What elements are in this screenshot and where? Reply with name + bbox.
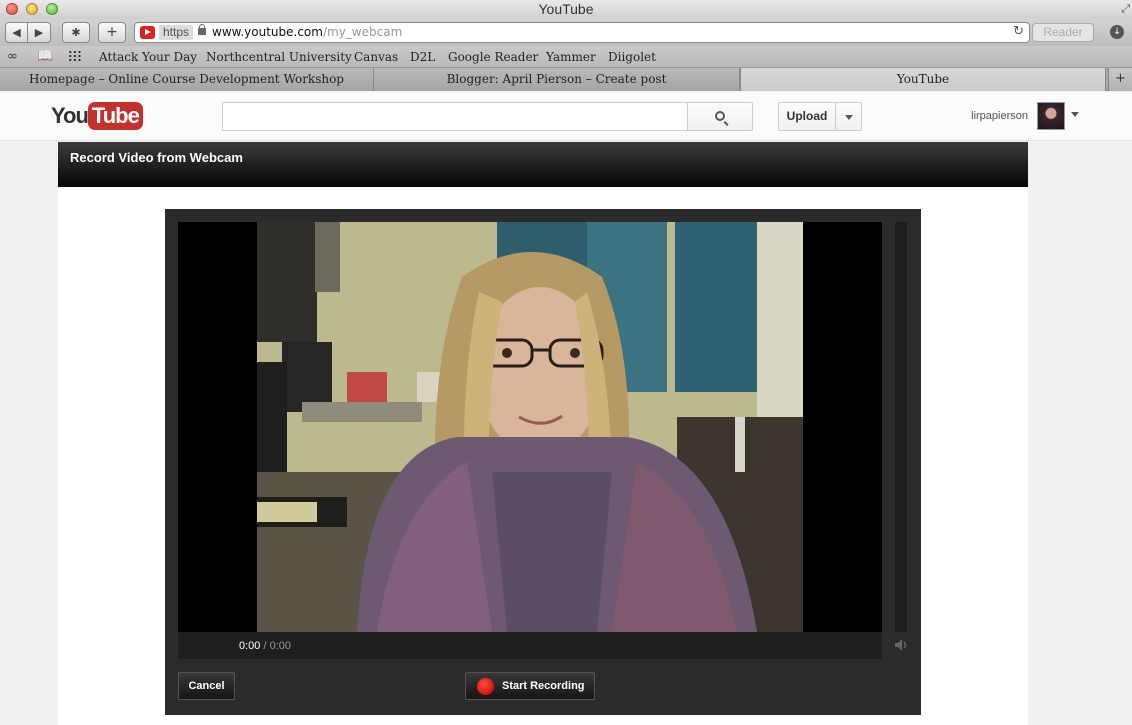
bookmark-item[interactable]: Yammer [546,50,596,64]
webcam-image [257,222,803,632]
https-badge: https [159,25,194,40]
bookmarks-book-icon[interactable]: 📖 [37,49,53,64]
tab-bar: Homepage – Online Course Development Wor… [0,68,1132,91]
bookmark-item[interactable]: Diigolet [608,50,656,64]
close-window-button[interactable] [6,3,18,15]
minimize-window-button[interactable] [26,3,38,15]
extension-button[interactable]: ✱ [62,22,90,43]
zoom-window-button[interactable] [46,3,58,15]
downloads-button[interactable]: ↓ [1105,22,1129,43]
plus-icon: + [106,24,118,40]
time-current: 0:00 [239,640,261,652]
time-total: 0:00 [269,640,292,652]
avatar[interactable] [1037,102,1065,130]
bookmark-item[interactable]: Attack Your Day [99,50,197,64]
plus-icon: + [1115,71,1126,86]
url-text[interactable]: www.youtube.com/my_webcam [212,25,402,40]
chevron-down-icon [845,115,853,120]
tab-online-course-workshop[interactable]: Homepage – Online Course Development Wor… [0,68,374,91]
account-username[interactable]: lirpapierson [940,110,1028,122]
reader-button[interactable]: Reader [1032,23,1094,42]
search-icon [715,111,725,121]
youtube-logo[interactable]: You Tube [51,102,143,132]
bookmark-item[interactable]: D2L [410,50,435,64]
page-title: Record Video from Webcam [70,150,243,165]
url-host: www.youtube.com [212,25,323,39]
record-dot-icon [477,678,494,695]
upload-menu-button[interactable] [835,102,862,131]
back-button[interactable]: ◀ [5,22,28,43]
reading-list-icon[interactable]: ∞ [7,49,18,64]
webcam-scene [257,222,803,632]
tab-blogger-create-post[interactable]: Blogger: April Pierson – Create post [374,68,740,91]
cancel-button[interactable]: Cancel [178,672,235,700]
page-content: Record Video from Webcam 0:00 / 0:00 Can… [0,142,1132,725]
window-titlebar: YouTube ⤢ [0,0,1132,19]
logo-you-text: You [51,103,89,128]
webcam-recorder: 0:00 / 0:00 Cancel Start Recording [165,209,921,715]
forward-arrow-icon: ▶ [34,26,44,39]
forward-button[interactable]: ▶ [28,22,51,43]
youtube-masthead: You Tube Upload lirpapierson [0,92,1132,141]
upload-button[interactable]: Upload [778,102,836,131]
add-bookmark-button[interactable]: + [98,22,126,43]
download-arrow-icon: ↓ [1110,25,1124,39]
new-tab-button[interactable]: + [1108,68,1132,91]
bookmark-item[interactable]: Canvas [354,50,398,64]
account-menu-chevron-icon[interactable] [1071,112,1079,117]
fullscreen-icon[interactable]: ⤢ [1121,2,1130,16]
browser-toolbar: ◀ ▶ ✱ + https www.youtube.com/my_webcam … [0,19,1132,46]
puzzle-icon: ✱ [71,26,81,39]
audio-level-meter [895,222,907,632]
address-bar[interactable]: https www.youtube.com/my_webcam ↻ [134,22,1030,43]
search-button[interactable] [687,102,753,131]
start-recording-button[interactable]: Start Recording [465,672,595,700]
start-recording-label: Start Recording [502,680,585,692]
youtube-favicon-icon [140,26,155,39]
top-sites-grid-icon[interactable] [68,50,82,62]
bookmark-item[interactable]: Google Reader [448,50,538,64]
webcam-panel: Record Video from Webcam 0:00 / 0:00 Can… [58,142,1028,725]
tab-youtube[interactable]: YouTube [740,68,1106,91]
reload-icon[interactable]: ↻ [1013,24,1024,39]
search-input[interactable] [222,102,688,131]
panel-header: Record Video from Webcam [58,142,1028,187]
lock-icon [198,24,206,35]
bookmarks-bar: ∞ 📖 Attack Your Day Northcentral Univers… [0,46,1132,68]
time-display: 0:00 / 0:00 [239,640,291,652]
url-path: /my_webcam [322,25,403,39]
bookmark-item[interactable]: Northcentral University [206,50,352,64]
webcam-preview [178,222,882,632]
player-controls: 0:00 / 0:00 [178,632,882,659]
back-arrow-icon: ◀ [12,26,21,39]
time-separator: / [260,640,270,652]
window-title: YouTube [538,1,594,17]
logo-tube-text: Tube [87,102,143,130]
speaker-volume-icon[interactable] [894,638,910,652]
